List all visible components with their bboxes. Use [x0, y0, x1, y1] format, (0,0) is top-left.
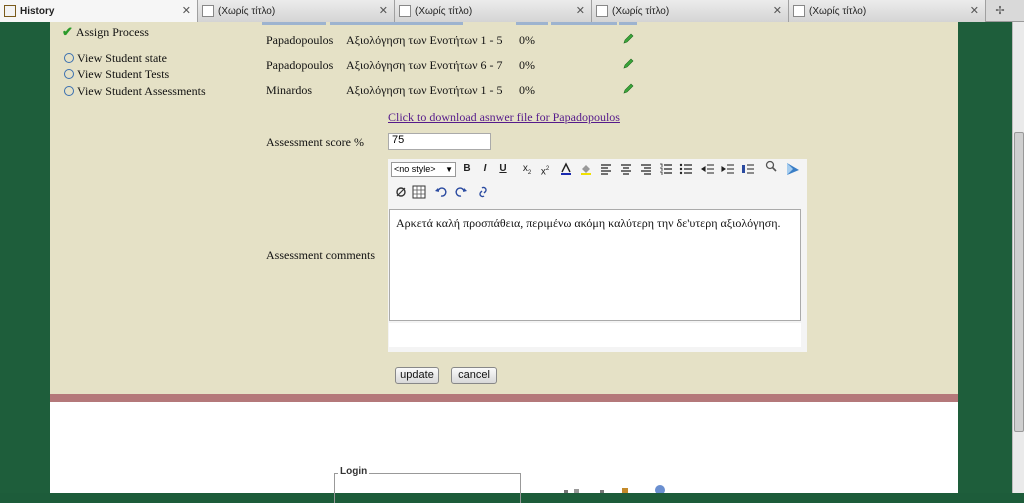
login-legend: Login — [338, 466, 370, 477]
tab-label: (Χωρίς τίτλο) — [612, 5, 670, 17]
italic-button[interactable]: I — [478, 162, 492, 176]
download-answer-file-link[interactable]: Click to download asnwer file for Papado… — [388, 110, 620, 125]
align-right-icon[interactable] — [639, 162, 653, 176]
bold-button[interactable]: B — [460, 162, 474, 176]
blockquote-icon[interactable] — [741, 162, 755, 176]
numbered-list-icon[interactable] — [659, 162, 673, 176]
login-fieldset — [334, 473, 521, 503]
insert-media-icon[interactable] — [785, 161, 801, 177]
tab-untitled-3[interactable]: (Χωρίς τίτλο) ✕ — [592, 0, 789, 22]
section-divider — [50, 394, 958, 402]
outdent-icon[interactable] — [701, 162, 715, 176]
bullet-list-icon[interactable] — [679, 162, 693, 176]
assessment-units: Αξιολόγηση των Ενοτήτων 1 - 5 — [346, 83, 503, 97]
student-name: Papadopoulos — [266, 33, 334, 47]
subscript-icon[interactable]: x2 — [520, 162, 534, 176]
editor-toolbar: <no style> ▼ B I U x2 x2 — [388, 159, 807, 181]
new-tab-icon[interactable]: ✢ — [986, 0, 1014, 21]
edit-pencil-icon[interactable] — [622, 83, 634, 95]
tab-label: (Χωρίς τίτλο) — [415, 5, 473, 17]
page-icon — [793, 5, 805, 17]
magnifier-icon — [64, 86, 74, 96]
undo-icon[interactable] — [434, 185, 448, 199]
partial-logo-image — [564, 485, 665, 493]
cancel-button[interactable]: cancel — [451, 367, 497, 384]
rich-text-editor: <no style> ▼ B I U x2 x2 Αρκετά καλή προ… — [388, 159, 807, 352]
page-background-left — [0, 22, 50, 493]
assessment-units: Αξιολόγηση των Ενοτήτων 1 - 5 — [346, 33, 503, 47]
page-icon — [202, 5, 214, 17]
text-color-icon[interactable] — [559, 162, 573, 176]
superscript-icon[interactable]: x2 — [538, 162, 552, 177]
view-student-tests-label: View Student Tests — [77, 67, 170, 81]
dropdown-arrow-icon: ▼ — [445, 165, 453, 174]
page-background-right — [958, 22, 1012, 493]
align-left-icon[interactable] — [599, 162, 613, 176]
assessment-percent: 0% — [519, 58, 535, 72]
table-header-rule — [551, 22, 617, 25]
page-icon — [399, 5, 411, 17]
close-icon[interactable]: ✕ — [182, 4, 191, 17]
editor-toolbar-secondary — [388, 182, 807, 202]
assessment-score-label: Assessment score % — [266, 135, 364, 149]
assessment-comments-label: Assessment comments — [266, 248, 375, 262]
insert-table-icon[interactable] — [412, 185, 426, 199]
scrollbar-thumb[interactable] — [1014, 132, 1024, 432]
editor-status-bar — [389, 323, 801, 347]
view-student-tests-link[interactable]: View Student Tests — [64, 67, 169, 82]
tab-untitled-1[interactable]: (Χωρίς τίτλο) ✕ — [198, 0, 395, 22]
table-header-rule — [330, 22, 463, 25]
view-student-assessments-link[interactable]: View Student Assessments — [64, 84, 206, 99]
update-button[interactable]: update — [395, 367, 439, 384]
close-icon[interactable]: ✕ — [773, 4, 782, 17]
assessment-score-input[interactable]: 75 — [388, 133, 491, 150]
edit-pencil-icon[interactable] — [622, 58, 634, 70]
close-icon[interactable]: ✕ — [379, 4, 388, 17]
close-icon[interactable]: ✕ — [576, 4, 585, 17]
link-icon[interactable] — [476, 185, 490, 199]
table-header-rule — [619, 22, 637, 25]
tab-untitled-2[interactable]: (Χωρίς τίτλο) ✕ — [395, 0, 592, 22]
assessment-percent: 0% — [519, 33, 535, 47]
tab-label: History — [20, 5, 55, 17]
history-icon — [4, 5, 16, 17]
browser-tab-bar: History ✕ (Χωρίς τίτλο) ✕ (Χωρίς τίτλο) … — [0, 0, 1024, 22]
tab-history[interactable]: History ✕ — [0, 0, 198, 22]
magnifier-icon — [64, 53, 74, 63]
page-icon — [596, 5, 608, 17]
assign-process-link[interactable]: ✔ Assign Process — [62, 24, 149, 40]
table-header-rule — [516, 22, 548, 25]
view-student-state-label: View Student state — [77, 51, 167, 65]
assessment-percent: 0% — [519, 83, 535, 97]
assessment-units: Αξιολόγηση των Ενοτήτων 6 - 7 — [346, 58, 503, 72]
tab-label: (Χωρίς τίτλο) — [218, 5, 276, 17]
redo-icon[interactable] — [454, 185, 468, 199]
assign-process-label: Assign Process — [75, 25, 149, 39]
student-name: Papadopoulos — [266, 58, 334, 72]
view-student-assessments-label: View Student Assessments — [77, 84, 206, 98]
underline-button[interactable]: U — [496, 162, 510, 176]
magnifier-icon — [64, 69, 74, 79]
table-header-rule — [262, 22, 326, 25]
style-select-value: <no style> — [394, 164, 436, 174]
footer-area: Login — [50, 402, 958, 503]
indent-icon[interactable] — [721, 162, 735, 176]
checkmark-icon: ✔ — [62, 24, 73, 39]
tab-untitled-4[interactable]: (Χωρίς τίτλο) ✕ — [789, 0, 986, 22]
spellcheck-icon[interactable] — [394, 185, 408, 199]
highlight-color-icon[interactable] — [579, 162, 593, 176]
zoom-icon[interactable] — [764, 159, 778, 173]
close-icon[interactable]: ✕ — [970, 4, 979, 17]
style-select[interactable]: <no style> ▼ — [391, 162, 456, 177]
vertical-scrollbar[interactable] — [1012, 22, 1024, 493]
tab-label: (Χωρίς τίτλο) — [809, 5, 867, 17]
student-name: Minardos — [266, 83, 312, 97]
view-student-state-link[interactable]: View Student state — [64, 51, 167, 66]
content-panel: ✔ Assign Process View Student state View … — [50, 22, 958, 394]
assessment-comments-textarea[interactable]: Αρκετά καλή προσπάθεια, περιμένω ακόμη κ… — [389, 209, 801, 321]
align-center-icon[interactable] — [619, 162, 633, 176]
edit-pencil-icon[interactable] — [622, 33, 634, 45]
